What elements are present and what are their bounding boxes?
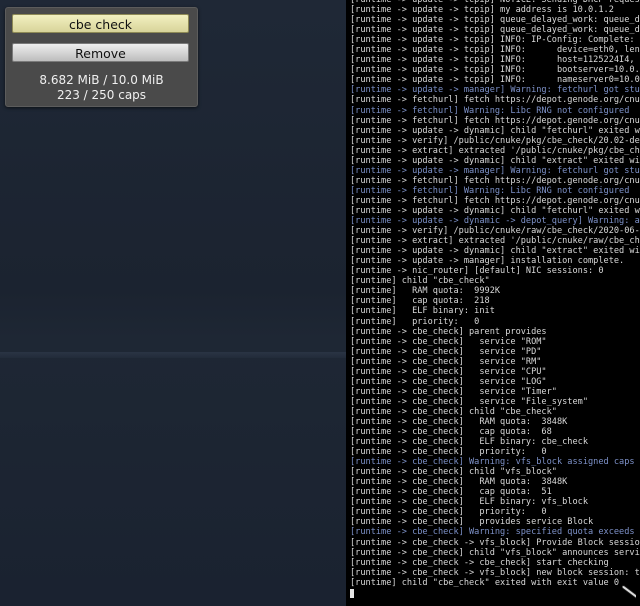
log-line: [runtime -> fetchurl] fetch https://depo… xyxy=(350,115,640,126)
log-line: [runtime] priority: 0 xyxy=(350,316,480,327)
log-line: [runtime -> cbe_check] service "Timer" xyxy=(350,386,557,397)
log-line: [runtime -> cbe_check] cap quota: 68 xyxy=(350,427,552,438)
log-line: [runtime -> cbe_check] parent provides xyxy=(350,326,547,337)
log-line: [runtime -> cbe_check] ELF binary: cbe_c… xyxy=(350,437,588,448)
log-line: [runtime -> update -> tcpip] INFO: host=… xyxy=(350,55,640,66)
log-line: [runtime] child "cbe_check" xyxy=(350,276,490,287)
log-line: [runtime -> update -> tcpip] INFO: boots… xyxy=(350,65,640,76)
log-line: [runtime] child "cbe_check" exited with … xyxy=(350,577,620,588)
log-line: [runtime -> cbe_check] service "LOG" xyxy=(350,376,547,387)
log-line: [runtime -> cbe_check] RAM quota: 3848K xyxy=(350,416,568,427)
component-popup-panel: cbe check Remove 8.682 MiB / 10.0 MiB 22… xyxy=(5,7,198,107)
log-line: [runtime -> extract] extracted '/public/… xyxy=(350,145,640,156)
log-line: [runtime -> cbe_check] RAM quota: 3848K xyxy=(350,477,568,488)
log-line: [runtime -> nic_router] [default] NIC se… xyxy=(350,266,604,277)
log-line: [runtime -> cbe_check] service "PD" xyxy=(350,346,542,357)
log-line: [runtime -> update -> manager] Warning: … xyxy=(350,85,640,96)
log-line: [runtime -> update -> dynamic] child "ex… xyxy=(350,246,640,257)
cbe-check-button[interactable]: cbe check xyxy=(12,14,189,33)
caps-usage-label: 223 / 250 caps xyxy=(56,88,147,102)
text-cursor-icon xyxy=(350,589,354,598)
log-line: [runtime -> cbe_check] Warning: specifie… xyxy=(350,527,635,538)
ram-usage-label: 8.682 MiB / 10.0 MiB xyxy=(39,73,164,87)
log-line: [runtime -> verify] /public/cnuke/raw/cb… xyxy=(350,226,640,237)
log-line: [runtime -> cbe_check] Warning: vfs_bloc… xyxy=(350,457,635,468)
log-line: [runtime -> extract] extracted '/public/… xyxy=(350,236,640,247)
log-line: [runtime] cap quota: 218 xyxy=(350,296,490,307)
desktop-background: cbe check Remove 8.682 MiB / 10.0 MiB 22… xyxy=(0,0,640,606)
log-line: [runtime -> update -> dynamic -> depot_q… xyxy=(350,216,640,227)
log-line: [runtime -> cbe_check] service "RM" xyxy=(350,356,542,367)
log-output: [runtime -> update -> tcpip] NOTICE: Sen… xyxy=(350,0,640,588)
log-terminal[interactable]: [runtime -> update -> tcpip] NOTICE: Sen… xyxy=(346,0,640,606)
log-line: [runtime -> cbe_check] ELF binary: vfs_b… xyxy=(350,497,588,508)
log-line: [runtime -> update -> tcpip] INFO: devic… xyxy=(350,45,640,56)
log-line: [runtime -> cbe_check -> cbe_check] star… xyxy=(350,557,609,568)
desktop-divider xyxy=(0,352,346,358)
log-line: [runtime -> cbe_check] child "vfs_block"… xyxy=(350,547,640,558)
log-line: [runtime -> update -> tcpip] queue_delay… xyxy=(350,15,640,26)
log-line: [runtime -> fetchurl] Warning: Libc RNG … xyxy=(350,185,630,196)
mouse-pointer-icon xyxy=(622,585,636,599)
log-line: [runtime -> update -> manager] installat… xyxy=(350,256,625,267)
log-line: [runtime -> cbe_check] priority: 0 xyxy=(350,507,547,518)
log-line: [runtime -> cbe_check] cap quota: 51 xyxy=(350,487,552,498)
log-line: [runtime -> cbe_check -> vfs_block] new … xyxy=(350,567,640,578)
log-line: [runtime] ELF binary: init xyxy=(350,306,495,317)
log-line: [runtime] RAM quota: 9992K xyxy=(350,286,501,297)
log-line: [runtime -> verify] /public/cnuke/pkg/cb… xyxy=(350,135,640,146)
log-line: [runtime -> cbe_check] service "ROM" xyxy=(350,336,547,347)
log-line: [runtime -> update -> manager] Warning: … xyxy=(350,165,640,176)
log-line: [runtime -> cbe_check] priority: 0 xyxy=(350,447,547,458)
log-line: [runtime -> update -> tcpip] INFO: IP-Co… xyxy=(350,35,635,46)
log-line: [runtime -> fetchurl] fetch https://depo… xyxy=(350,195,640,206)
log-line: [runtime -> update -> dynamic] child "ex… xyxy=(350,155,640,166)
log-line: [runtime -> fetchurl] Warning: Libc RNG … xyxy=(350,105,630,116)
log-line: [runtime -> update -> tcpip] INFO: names… xyxy=(350,75,640,86)
log-line: [runtime -> update -> tcpip] my address … xyxy=(350,5,614,16)
log-line: [runtime -> fetchurl] fetch https://depo… xyxy=(350,175,640,186)
remove-button[interactable]: Remove xyxy=(12,43,189,62)
log-line: [runtime -> cbe_check] child "cbe_check" xyxy=(350,406,557,417)
log-line: [runtime -> fetchurl] fetch https://depo… xyxy=(350,95,640,106)
log-line: [runtime -> cbe_check] service "File_sys… xyxy=(350,396,588,407)
log-line: [runtime -> cbe_check -> vfs_block] Prov… xyxy=(350,537,640,548)
log-line: [runtime -> cbe_check] child "vfs_block" xyxy=(350,467,557,478)
log-line: [runtime -> update -> tcpip] queue_delay… xyxy=(350,25,640,36)
log-line: [runtime -> update -> dynamic] child "fe… xyxy=(350,125,640,136)
log-line: [runtime -> update -> dynamic] child "fe… xyxy=(350,205,640,216)
log-line: [runtime -> cbe_check] service "CPU" xyxy=(350,366,547,377)
log-line: [runtime -> cbe_check] provides service … xyxy=(350,517,594,528)
